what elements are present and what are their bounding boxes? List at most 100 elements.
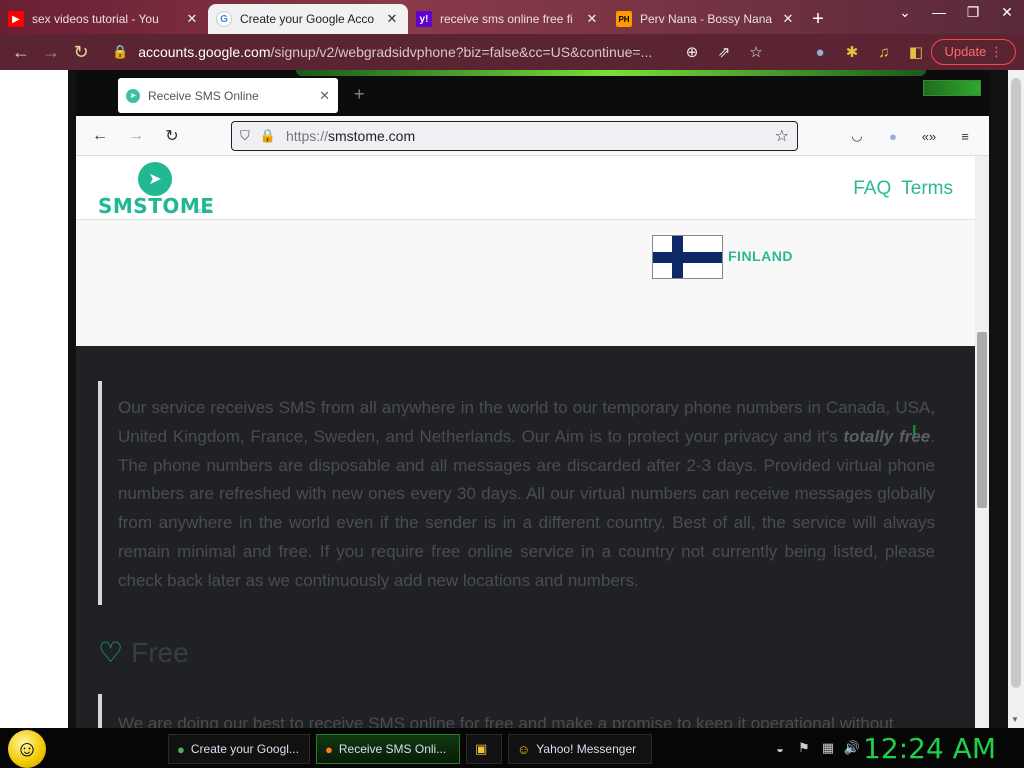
firefox-forward-button[interactable]: → <box>118 127 154 145</box>
minimize-button[interactable]: — <box>922 0 956 26</box>
action-center-icon[interactable]: ⚑ <box>792 740 816 756</box>
media-icon[interactable]: ♫ <box>868 44 900 61</box>
close-icon[interactable]: ✕ <box>184 11 200 27</box>
tab-title: receive sms online free fi <box>440 12 573 26</box>
tray-app-icon[interactable]: ◒ <box>768 741 792 756</box>
back-button[interactable]: ← <box>6 37 36 67</box>
page-viewport: ▼ ➤ Receive SMS Online ✕ + ← → ↻ ⛉ 🔒 htt… <box>0 70 1024 728</box>
lock-icon: 🔒 <box>112 44 129 59</box>
url-host: smstome.com <box>327 128 416 144</box>
flag-extension-icon[interactable]: ● <box>804 44 836 61</box>
scroll-down-arrow[interactable]: ▼ <box>1011 715 1019 724</box>
share-icon[interactable]: ⇗ <box>708 43 740 61</box>
side-panel-icon[interactable]: ◧ <box>900 43 932 61</box>
network-icon[interactable]: ▦ <box>816 740 840 756</box>
text-cursor-icon: I <box>912 423 917 440</box>
tab-search-icon[interactable]: ⌄ <box>888 0 922 26</box>
taskbar-item-yahoo-messenger[interactable]: ☺ Yahoo! Messenger <box>508 734 652 764</box>
country-banner: FINLAND <box>76 220 975 346</box>
blockquote-bar <box>98 694 102 728</box>
nav-faq-link[interactable]: FAQ <box>853 178 891 200</box>
google-icon: G <box>216 11 232 27</box>
flag-extension-icon[interactable]: ● <box>875 129 911 144</box>
yahoo-messenger-icon: ☺ <box>517 741 531 757</box>
country-name: FINLAND <box>728 248 793 264</box>
smstome-favicon-icon: ➤ <box>126 88 140 103</box>
free-paragraph: We are doing our best to receive SMS onl… <box>118 714 894 728</box>
decorative-bar <box>296 70 926 76</box>
heart-icon: ♡ <box>98 637 124 668</box>
site-header: ➤ SMSTOME .com FAQ Terms <box>76 156 975 220</box>
youtube-icon: ▶ <box>8 11 24 27</box>
site-scrollbar-thumb[interactable] <box>977 332 987 508</box>
chrome-tab-youtube[interactable]: ▶ sex videos tutorial - You ✕ <box>0 4 208 34</box>
close-window-button[interactable]: ✕ <box>990 0 1024 26</box>
close-icon[interactable]: ✕ <box>319 88 330 104</box>
new-tab-button[interactable]: + <box>804 4 832 34</box>
firefox-tab-title: Receive SMS Online <box>148 88 259 103</box>
nav-terms-link[interactable]: Terms <box>901 178 953 200</box>
page-scrollbar[interactable]: ▼ <box>1008 70 1024 728</box>
url-scheme: https:// <box>285 128 328 144</box>
maximize-button[interactable]: ❐ <box>956 0 990 26</box>
taskbar-item-chrome[interactable]: ● Create your Googl... <box>168 734 310 764</box>
close-icon[interactable]: ✕ <box>584 11 600 27</box>
chrome-tab-google[interactable]: G Create your Google Acco ✕ <box>208 4 408 34</box>
firefox-tab[interactable]: ➤ Receive SMS Online ✕ <box>118 78 338 113</box>
chrome-tab-ph[interactable]: PH Perv Nana - Bossy Nana ✕ <box>608 4 804 34</box>
clock[interactable]: 12:24 AM <box>863 732 996 765</box>
volume-icon[interactable]: 🔊 <box>840 740 864 756</box>
chrome-toolbar: ← → ↻ 🔒 accounts.google.com /signup/v2/w… <box>0 34 1024 70</box>
tab-title: Perv Nana - Bossy Nana <box>640 12 773 26</box>
system-tray: ◒ ⚑ ▦ 🔊 <box>768 728 864 768</box>
pocket-icon[interactable]: ◡ <box>839 128 875 144</box>
taskbar: ☺ ● Create your Googl... ● Receive SMS O… <box>0 728 1024 768</box>
firefox-tab-strip: ➤ Receive SMS Online ✕ + <box>76 70 989 116</box>
reload-button[interactable]: ↻ <box>66 37 96 67</box>
yahoo-icon: y! <box>416 11 432 27</box>
url-domain: accounts.google.com <box>138 44 271 60</box>
lock-icon[interactable]: 🔒 <box>260 128 276 144</box>
battery-widget <box>923 80 981 96</box>
emphasis-text: totally free <box>843 426 931 446</box>
about-paragraph: Our service receives SMS from all anywhe… <box>118 398 935 590</box>
ph-icon: PH <box>616 11 632 27</box>
site-nav: FAQ Terms <box>853 178 953 200</box>
zoom-icon[interactable]: ⊕ <box>676 43 708 61</box>
site-logo-sub: .com <box>196 208 212 215</box>
firefox-reload-button[interactable]: ↻ <box>154 126 190 146</box>
menu-icon[interactable]: ≡ <box>947 129 983 144</box>
toolbar-icons: ⊕ ⇗ ☆ ● ✱ ♫ ◧ ◉ <box>676 34 964 70</box>
tab-title: Create your Google Acco <box>240 12 375 26</box>
firefox-icon: ● <box>325 741 333 757</box>
bookmark-star-icon[interactable]: ☆ <box>740 43 772 61</box>
chrome-tab-strip: ▶ sex videos tutorial - You ✕ G Create y… <box>0 0 1024 34</box>
firefox-new-tab-button[interactable]: + <box>354 84 365 105</box>
update-button[interactable]: Update ⋮ <box>931 39 1016 65</box>
chrome-tab-yahoo[interactable]: y! receive sms online free fi ✕ <box>408 4 608 34</box>
firefox-toolbar-icons: ◡ ● «» ≡ <box>839 116 983 156</box>
address-bar[interactable]: 🔒 accounts.google.com /signup/v2/webgrad… <box>112 38 672 66</box>
bookmark-star-icon[interactable]: ☆ <box>775 126 789 146</box>
paper-plane-icon[interactable]: ➤ <box>138 162 172 196</box>
chrome-icon: ● <box>177 741 185 757</box>
firefox-back-button[interactable]: ← <box>82 127 118 145</box>
shield-icon[interactable]: ⛉ <box>240 128 250 144</box>
finland-flag-icon <box>652 235 723 279</box>
taskbar-item-folder[interactable]: ▣ <box>466 734 502 764</box>
close-icon[interactable]: ✕ <box>384 11 400 27</box>
extension-icon[interactable]: «» <box>911 129 947 144</box>
firefox-url-bar[interactable]: ⛉ 🔒 https:// smstome.com ☆ <box>231 121 798 151</box>
taskbar-item-firefox[interactable]: ● Receive SMS Onli... <box>316 734 460 764</box>
scrollbar-thumb[interactable] <box>1011 78 1021 688</box>
site-scrollbar[interactable] <box>975 156 989 728</box>
smstome-page: ➤ SMSTOME .com FAQ Terms FINLAND Our ser… <box>76 156 975 728</box>
about-section: Our service receives SMS from all anywhe… <box>76 346 975 728</box>
folder-icon: ▣ <box>475 741 488 756</box>
extensions-icon[interactable]: ✱ <box>836 43 868 61</box>
close-icon[interactable]: ✕ <box>780 11 796 27</box>
free-heading: ♡ Free <box>98 636 189 669</box>
forward-button[interactable]: → <box>36 37 66 67</box>
blockquote-bar <box>98 381 102 605</box>
start-smiley-icon[interactable]: ☺ <box>8 730 46 768</box>
